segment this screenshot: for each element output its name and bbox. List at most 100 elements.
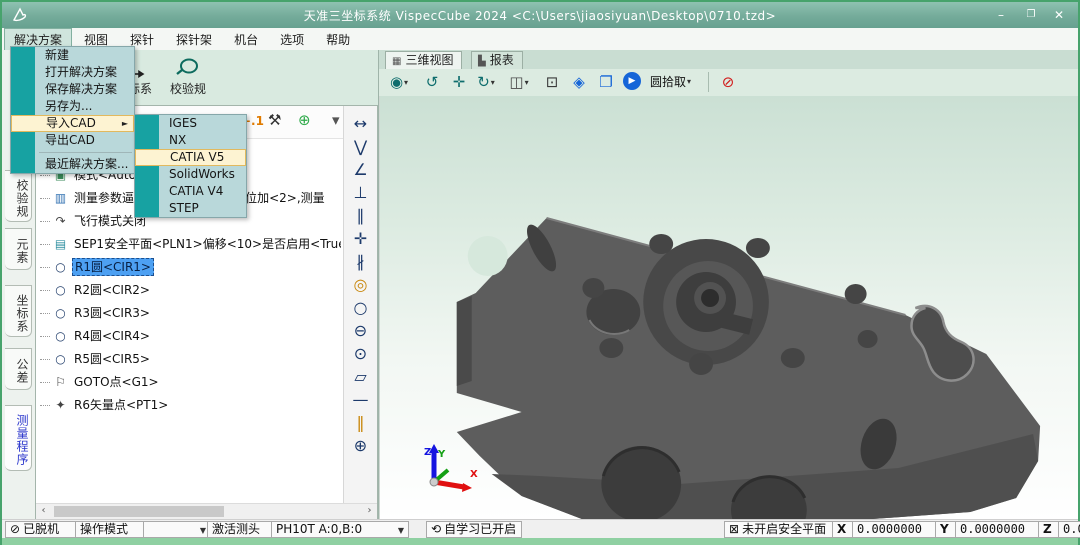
operation-mode-select[interactable]: ▼ <box>143 521 211 538</box>
sidebar-tab[interactable]: 坐标系 <box>5 285 32 337</box>
gauge-check-button[interactable]: 校验规 <box>162 56 214 97</box>
toolbar-overflow-icon[interactable]: ▾ <box>332 111 340 129</box>
menu-item-label: 新建 <box>45 48 69 62</box>
menubar-item[interactable]: 机台 <box>224 28 268 51</box>
menu-item-file[interactable]: 新建 <box>11 47 134 64</box>
submenu-item-cad-format[interactable]: IGES <box>135 115 246 132</box>
tree-item[interactable]: ○R1圆<CIR1> <box>40 256 341 279</box>
tab-report[interactable]: ▙报表 <box>471 51 523 69</box>
tree-item[interactable]: ⚐GOTO点<G1> <box>40 371 341 394</box>
scroll-right-arrow[interactable]: › <box>362 504 377 519</box>
menu-item-file[interactable]: 导出CAD <box>11 132 134 149</box>
cube-view-icon[interactable]: ◫▾ <box>509 72 529 92</box>
tree-connector <box>40 405 50 407</box>
submenu-item-cad-format[interactable]: CATIA V4 <box>135 183 246 200</box>
submenu-item-cad-format[interactable]: CATIA V5 <box>135 149 246 166</box>
tree-horizontal-scrollbar[interactable]: ‹ › <box>36 503 377 519</box>
roundness-icon[interactable]: ○ <box>344 298 377 318</box>
close-button[interactable]: ✕ <box>1046 6 1072 24</box>
true-position-icon[interactable]: ⊕ <box>344 436 377 456</box>
tree-item-label: SEP1安全平面<PLN1>偏移<10>是否启用<True> <box>72 236 341 252</box>
hammer-icon[interactable]: ⚒ <box>268 111 281 129</box>
sidebar-tab[interactable]: 元素 <box>5 228 32 270</box>
tolerance-toolbar: ↔ ⋁ ∠ ⊥ ∥ ✛ ∦ ◎ ○ ⊖ ⊙ ▱ — ‖ ⊕ <box>343 106 377 504</box>
play-icon[interactable]: ▶ <box>623 72 641 90</box>
view-visibility-icon[interactable]: ◉▾ <box>389 72 409 92</box>
probe-target-icon[interactable]: ⊕ <box>298 111 311 129</box>
rotate-icon[interactable]: ↻▾ <box>476 72 496 92</box>
straightness-icon[interactable]: — <box>344 390 377 410</box>
position-point-icon[interactable]: ✛ <box>344 229 377 249</box>
tree-item[interactable]: ○R3圆<CIR3> <box>40 302 341 325</box>
tree-connector <box>40 175 50 177</box>
sidebar-tab[interactable]: 校验规 <box>5 170 32 222</box>
menu-item-label: 打开解决方案 <box>45 65 117 79</box>
scrollbar-thumb[interactable] <box>54 506 224 517</box>
menu-item-file[interactable]: 打开解决方案 <box>11 64 134 81</box>
toolbar-separator <box>708 72 709 92</box>
pick-mode-dropdown[interactable]: 圆拾取▾ <box>650 72 691 92</box>
parallelism-icon[interactable]: ∥ <box>344 206 377 226</box>
chevron-down-icon: ▾ <box>404 78 408 87</box>
runout-icon[interactable]: ⊙ <box>344 344 377 364</box>
tree-item[interactable]: ▤SEP1安全平面<PLN1>偏移<10>是否启用<True> <box>40 233 341 256</box>
safety-plane-icon: ▤ <box>52 233 69 256</box>
tree-connector <box>40 198 50 200</box>
axis-y-label: Y <box>438 449 445 460</box>
submenu-item-label: CATIA V5 <box>170 150 224 164</box>
tree-connector <box>40 221 50 223</box>
view-toolbar: ◉▾ ↺ ✛ ↻▾ ◫▾ ⊡ ◈ ❐ ▶ 圆拾取▾ ⊘ <box>379 69 1078 97</box>
tree-item[interactable]: ○R5圆<CIR5> <box>40 348 341 371</box>
submenu-item-label: NX <box>169 133 186 147</box>
flatness-icon[interactable]: ▱ <box>344 367 377 387</box>
orbit-icon[interactable]: ↺ <box>422 72 442 92</box>
angle-icon[interactable]: ∠ <box>344 160 377 180</box>
submenu-item-cad-format[interactable]: SolidWorks <box>135 166 246 183</box>
coord-axis-label: Z <box>1038 521 1060 538</box>
locate-icon[interactable]: ◈ <box>569 72 589 92</box>
menu-separator <box>39 152 132 153</box>
distance-icon[interactable]: ↔ <box>344 114 377 134</box>
zoom-fit-icon[interactable]: ⊡ <box>542 72 562 92</box>
parallel-lines-icon[interactable]: ‖ <box>344 413 377 433</box>
submenu-item-cad-format[interactable]: NX <box>135 132 246 149</box>
menu-bar: 解决方案视图探针探针架机台选项帮助 <box>2 28 1078 51</box>
tree-item[interactable]: ○R2圆<CIR2> <box>40 279 341 302</box>
menu-item-label: 保存解决方案 <box>45 82 117 96</box>
submenu-item-label: CATIA V4 <box>169 184 223 198</box>
solution-menu-dropdown: 新建打开解决方案保存解决方案另存为...导入CAD►导出CAD 最近解决方案... <box>10 46 135 174</box>
safety-plane-icon: ⊠ <box>729 522 739 536</box>
menubar-item[interactable]: 选项 <box>270 28 314 51</box>
probe-disabled-icon[interactable]: ⊘ <box>718 72 738 92</box>
scroll-left-arrow[interactable]: ‹ <box>36 504 51 519</box>
viewport-3d[interactable]: Z Y X <box>379 96 1078 520</box>
minimize-button[interactable]: – <box>988 6 1014 24</box>
tree-connector <box>40 359 50 361</box>
restore-button[interactable]: ❐ <box>1018 6 1044 24</box>
circle-line-icon[interactable]: ⊖ <box>344 321 377 341</box>
coord-axis-label: X <box>832 521 854 538</box>
sidebar-tab[interactable]: 测量程序 <box>5 405 32 471</box>
concentricity-icon[interactable]: ◎ <box>344 275 377 295</box>
menu-item-file[interactable]: 另存为... <box>11 98 134 115</box>
menu-item-file[interactable]: 保存解决方案 <box>11 81 134 98</box>
view-panel: ▦三维视图 ▙报表 ◉▾ ↺ ✛ ↻▾ ◫▾ ⊡ ◈ ❐ ▶ 圆拾取▾ ⊘ <box>378 50 1078 520</box>
active-probe-select[interactable]: PH10T A:0,B:0▼ <box>271 521 409 538</box>
menubar-item[interactable]: 探针架 <box>166 28 222 51</box>
submenu-item-cad-format[interactable]: STEP <box>135 200 246 217</box>
menu-item-import-cad[interactable]: 导入CAD► <box>11 115 134 132</box>
menubar-item[interactable]: 帮助 <box>316 28 360 51</box>
submenu-item-label: SolidWorks <box>169 167 235 181</box>
chevron-down-icon: ▾ <box>687 77 691 86</box>
import-cad-submenu: IGESNX CATIA V5 SolidWorks CATIA V4 STEP <box>134 114 247 218</box>
tab-3d-view[interactable]: ▦三维视图 <box>385 51 462 69</box>
tree-item[interactable]: ✦R6矢量点<PT1> <box>40 394 341 417</box>
pan-icon[interactable]: ✛ <box>449 72 469 92</box>
tree-item[interactable]: ○R4圆<CIR4> <box>40 325 341 348</box>
angle-between-icon[interactable]: ⋁ <box>344 137 377 157</box>
window-select-icon[interactable]: ❐ <box>596 72 616 92</box>
perpendicularity-icon[interactable]: ⊥ <box>344 183 377 203</box>
sidebar-tab[interactable]: 公差 <box>5 348 32 390</box>
menu-item-file[interactable]: 最近解决方案... <box>11 156 134 173</box>
symmetry-icon[interactable]: ∦ <box>344 252 377 272</box>
